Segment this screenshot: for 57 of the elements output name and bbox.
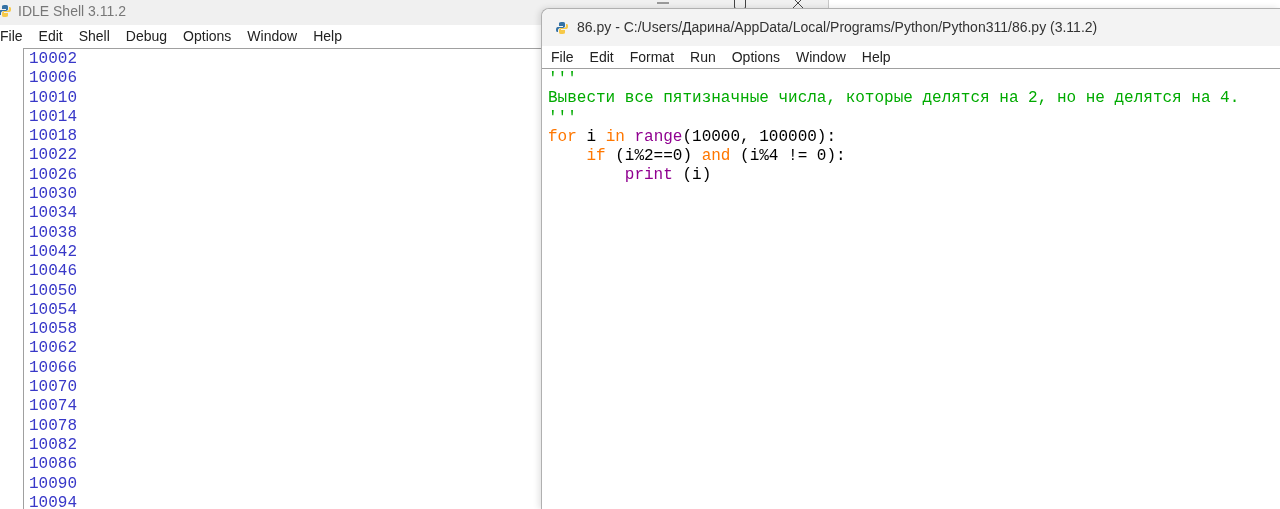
output-line: 10014 [29,107,77,128]
output-line: 10062 [29,339,77,359]
code-token: i [585,127,597,148]
code-token: (i) [681,166,712,186]
output-line: 10026 [29,165,77,186]
menu-item[interactable]: Shell [70,26,118,47]
output-line: 10042 [29,242,77,263]
output-line: 10086 [29,455,77,475]
menu-item[interactable]: Run [682,46,724,68]
output-line: 10022 [29,146,77,166]
menu-item[interactable]: Edit [581,46,622,68]
output-line: 10018 [29,127,77,147]
code-token: Вывести все пятизначные числа, которые делятся на 2, но не делятся на 4. [548,89,1240,109]
menu-item[interactable]: Options [723,46,788,68]
code-token: and [701,147,731,167]
menu-item[interactable]: Help [853,46,899,68]
output-line: 10030 [29,185,77,205]
output-line: 10070 [29,378,77,398]
code-token: for [548,127,577,148]
output-line: 10078 [29,416,77,436]
output-line: 10082 [29,435,77,456]
window-title: IDLE Shell 3.11.2 [18,1,126,21]
code-token: range [633,127,683,148]
menu-item[interactable]: Edit [30,26,71,47]
close-icon[interactable] [792,0,804,9]
menu-item[interactable]: Window [239,26,306,47]
output-line: 10010 [29,88,77,108]
window-title: 86.py - C:/Users/Дарина/AppData/Local/Programs/Python/Python311/86.py (3.11.2) [577,18,1098,37]
code-token: (10000, 100000): [682,127,837,148]
menu-item[interactable]: Debug [117,26,176,47]
output-line: 10050 [29,281,77,301]
output-line: 10090 [29,474,77,494]
output-line: 10054 [29,300,77,321]
python-logo-icon [555,20,569,35]
output-line: 10034 [29,204,77,224]
output-line: 10002 [29,50,77,70]
output-line: 10038 [29,223,77,243]
output-line: 10094 [29,493,77,509]
code-token: (i%2==0) [614,147,694,167]
menu-item[interactable]: Help [305,26,350,47]
code-token: in [605,127,625,148]
menu-item[interactable]: File [0,26,31,47]
output-line: 10058 [29,320,77,340]
output-line: 10006 [29,69,77,89]
menu-item[interactable]: Window [787,46,854,68]
code-token: ''' [548,70,577,90]
output-line: 10074 [29,397,77,417]
code-token: (i%4 != 0): [739,147,846,167]
python-logo-icon [0,4,12,18]
menu-item[interactable]: Options [175,26,240,47]
code-token: if [585,147,606,167]
output-line: 10046 [29,262,77,282]
menu-item[interactable]: File [551,46,582,68]
code-token: ''' [548,108,577,128]
code-token: print [623,166,673,186]
output-line: 10066 [29,358,77,379]
menu-item[interactable]: Format [621,46,683,68]
